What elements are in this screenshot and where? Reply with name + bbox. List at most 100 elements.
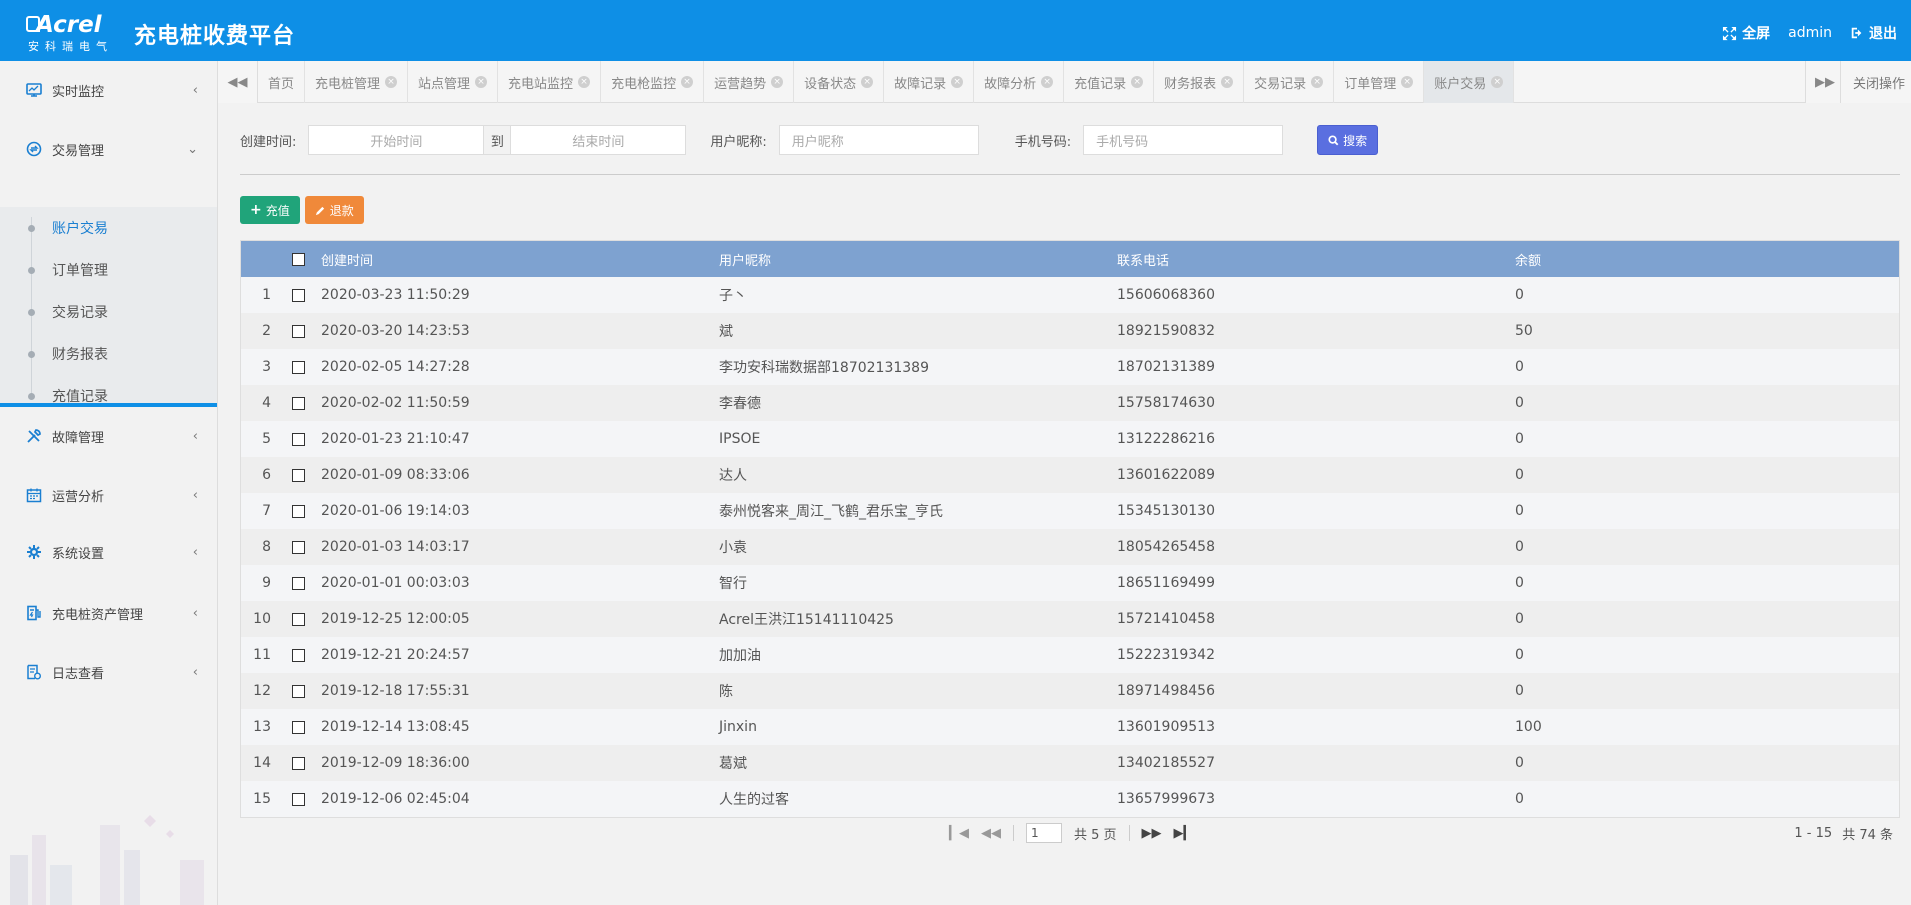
row-checkbox[interactable] xyxy=(291,792,305,806)
sidebar-item-charger-assets[interactable]: 充电桩资产管理 ‹ xyxy=(0,584,217,642)
tab-1[interactable]: 充电桩管理 × xyxy=(305,61,409,103)
last-page-icon[interactable]: ▶▎ xyxy=(1174,826,1194,841)
search-button[interactable]: 搜索 xyxy=(1317,125,1379,155)
create-time-cell: 2019-12-09 18:36:00 xyxy=(321,755,470,771)
table-row[interactable]: 8 2020-01-03 14:03:17 小袁 18054265458 0 xyxy=(241,529,1899,565)
page-number-input[interactable]: 1 xyxy=(1026,823,1062,843)
nickname-cell: IPSOE xyxy=(719,431,761,447)
pager-separator xyxy=(1013,825,1014,841)
tab-5[interactable]: 运营趋势 × xyxy=(704,61,795,103)
table-row[interactable]: 10 2019-12-25 12:00:05 Acrel王洪江15141110425… xyxy=(241,601,1899,637)
tab-7[interactable]: 故障记录 × xyxy=(884,61,975,103)
refund-button[interactable]: 退款 xyxy=(304,196,364,224)
tab-label: 运营趋势 xyxy=(714,76,767,92)
row-checkbox[interactable] xyxy=(291,756,305,770)
tab-close-icon[interactable]: × xyxy=(475,76,488,88)
table-row[interactable]: 13 2019-12-14 13:08:45 Jinxin 13601909513 10… xyxy=(241,709,1899,745)
table-row[interactable]: 7 2020-01-06 19:14:03 泰州悦客来_周江_飞鹤_君乐宝_亨氏 15… xyxy=(241,493,1899,529)
phone-input[interactable]: 手机号码 xyxy=(1083,125,1284,155)
table-row[interactable]: 5 2020-01-23 21:10:47 IPSOE 13122286216 0 xyxy=(241,421,1899,457)
column-header-nickname[interactable]: 用户昵称 xyxy=(717,250,1115,269)
submenu-label: 订单管理 xyxy=(52,263,108,279)
table-row[interactable]: 15 2019-12-06 02:45:04 人生的过客 13657999673 0 xyxy=(241,781,1899,817)
nickname-cell: 斌 xyxy=(719,324,733,340)
tab-close-icon[interactable]: × xyxy=(681,76,694,88)
fullscreen-button[interactable]: 全屏 xyxy=(1722,23,1770,43)
table-row[interactable]: 9 2020-01-01 00:03:03 智行 18651169499 0 xyxy=(241,565,1899,601)
row-checkbox[interactable] xyxy=(291,360,305,374)
column-header-phone[interactable]: 联系电话 xyxy=(1115,250,1513,269)
logout-button[interactable]: 退出 xyxy=(1850,23,1897,43)
table-row[interactable]: 11 2019-12-21 20:24:57 加加油 15222319342 0 xyxy=(241,637,1899,673)
tab-label: 充电桩管理 xyxy=(315,76,381,92)
tab-close-icon[interactable]: × xyxy=(1041,76,1054,88)
nickname-input[interactable]: 用户昵称 xyxy=(778,125,979,155)
tab-4[interactable]: 充电枪监控 × xyxy=(601,61,705,103)
tab-close-icon[interactable]: × xyxy=(951,76,964,88)
row-checkbox[interactable] xyxy=(291,504,305,518)
row-checkbox[interactable] xyxy=(291,576,305,590)
tab-11[interactable]: 交易记录 × xyxy=(1244,61,1335,103)
column-header-balance[interactable]: 余额 xyxy=(1513,250,1899,269)
tab-10[interactable]: 财务报表 × xyxy=(1154,61,1245,103)
close-operations-button[interactable]: 关闭操作 xyxy=(1839,61,1911,103)
tab-close-icon[interactable]: × xyxy=(861,76,874,88)
table-row[interactable]: 12 2019-12-18 17:55:31 陈 18971498456 0 xyxy=(241,673,1899,709)
prev-page-icon[interactable]: ◀◀ xyxy=(981,826,1001,841)
user-menu[interactable]: admin xyxy=(1788,25,1832,41)
select-all-checkbox[interactable] xyxy=(291,252,305,266)
row-checkbox[interactable] xyxy=(291,684,305,698)
sidebar-item-system-settings[interactable]: 系统设置 ‹ xyxy=(0,523,217,581)
tab-3[interactable]: 充电站监控 × xyxy=(498,61,602,103)
sidebar-item-fault-management[interactable]: 故障管理 ‹ xyxy=(0,407,217,465)
row-checkbox[interactable] xyxy=(291,648,305,662)
tab-close-icon[interactable]: × xyxy=(1311,76,1324,88)
row-checkbox[interactable] xyxy=(291,288,305,302)
table-row[interactable]: 1 2020-03-23 11:50:29 子丶 15606068360 0 xyxy=(241,277,1899,313)
table-row[interactable]: 6 2020-01-09 08:33:06 达人 13601622089 0 xyxy=(241,457,1899,493)
first-page-icon[interactable]: ▎◀ xyxy=(949,826,969,841)
tab-close-icon[interactable]: × xyxy=(385,76,398,88)
sidebar-item-transaction[interactable]: 交易管理 ⌄ xyxy=(0,120,217,178)
select-all-cell xyxy=(277,252,319,266)
tab-scroll-left-button[interactable]: ◀◀ xyxy=(218,61,258,103)
row-checkbox[interactable] xyxy=(291,468,305,482)
table-row[interactable]: 3 2020-02-05 14:27:28 李功安科瑞数据部18702131389 1… xyxy=(241,349,1899,385)
tab-2[interactable]: 站点管理 × xyxy=(408,61,499,103)
table-row[interactable]: 14 2019-12-09 18:36:00 葛斌 13402185527 0 xyxy=(241,745,1899,781)
tab-close-icon[interactable]: × xyxy=(578,76,591,88)
next-page-icon[interactable]: ▶▶ xyxy=(1142,826,1162,841)
submenu-item-order-management[interactable]: 订单管理 xyxy=(0,249,217,291)
row-checkbox[interactable] xyxy=(291,396,305,410)
column-header-create-time[interactable]: 创建时间 xyxy=(319,250,717,269)
tab-close-icon[interactable]: × xyxy=(771,76,784,88)
end-time-input[interactable]: 结束时间 xyxy=(510,125,687,155)
tab-close-icon[interactable]: × xyxy=(1131,76,1144,88)
tab-12[interactable]: 订单管理 × xyxy=(1334,61,1425,103)
submenu-item-financial-report[interactable]: 财务报表 xyxy=(0,333,217,375)
recharge-button[interactable]: + 充值 xyxy=(240,196,300,224)
tab-close-icon[interactable]: × xyxy=(1401,76,1414,88)
tab-6[interactable]: 设备状态 × xyxy=(794,61,885,103)
table-row[interactable]: 2 2020-03-20 14:23:53 斌 18921590832 50 xyxy=(241,313,1899,349)
tab-13[interactable]: 账户交易 × xyxy=(1424,61,1515,103)
submenu-item-account-transaction[interactable]: 账户交易 xyxy=(0,207,217,249)
sidebar-item-operation-analysis[interactable]: 运营分析 ‹ xyxy=(0,466,217,524)
row-checkbox[interactable] xyxy=(291,324,305,338)
start-time-input[interactable]: 开始时间 xyxy=(308,125,485,155)
row-checkbox[interactable] xyxy=(291,612,305,626)
submenu-item-transaction-records[interactable]: 交易记录 xyxy=(0,291,217,333)
tab-0[interactable]: 首页 xyxy=(258,61,306,103)
row-checkbox-cell xyxy=(277,360,319,374)
row-checkbox[interactable] xyxy=(291,720,305,734)
table-row[interactable]: 4 2020-02-02 11:50:59 李春德 15758174630 0 xyxy=(241,385,1899,421)
row-index: 3 xyxy=(262,359,271,375)
row-checkbox[interactable] xyxy=(291,540,305,554)
tab-close-icon[interactable]: × xyxy=(1221,76,1234,88)
tab-9[interactable]: 充值记录 × xyxy=(1064,61,1155,103)
sidebar-item-realtime-monitor[interactable]: 实时监控 ‹ xyxy=(0,61,217,119)
row-checkbox[interactable] xyxy=(291,432,305,446)
tab-close-icon[interactable]: × xyxy=(1491,76,1504,88)
tab-8[interactable]: 故障分析 × xyxy=(974,61,1065,103)
sidebar-item-log-view[interactable]: 日志查看 ‹ xyxy=(0,643,217,701)
